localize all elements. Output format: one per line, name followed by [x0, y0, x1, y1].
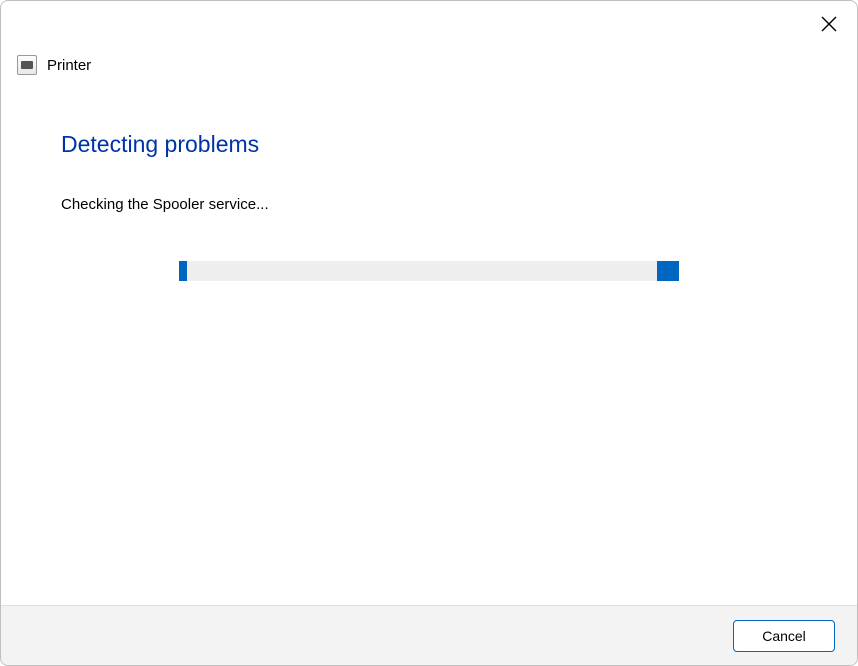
- page-heading: Detecting problems: [61, 131, 797, 158]
- header-row: Printer: [1, 55, 857, 75]
- progress-bar: [179, 261, 679, 281]
- progress-chunk: [179, 261, 187, 281]
- printer-icon: [17, 55, 37, 75]
- titlebar: [1, 1, 857, 45]
- content-area: Detecting problems Checking the Spooler …: [1, 75, 857, 605]
- status-text: Checking the Spooler service...: [61, 196, 797, 213]
- close-icon: [821, 16, 837, 35]
- footer: Cancel: [1, 605, 857, 665]
- header-title: Printer: [47, 57, 91, 74]
- troubleshooter-window: Printer Detecting problems Checking the …: [0, 0, 858, 666]
- close-button[interactable]: [815, 11, 843, 39]
- progress-container: [61, 261, 797, 281]
- progress-chunk: [657, 261, 679, 281]
- cancel-button[interactable]: Cancel: [733, 620, 835, 652]
